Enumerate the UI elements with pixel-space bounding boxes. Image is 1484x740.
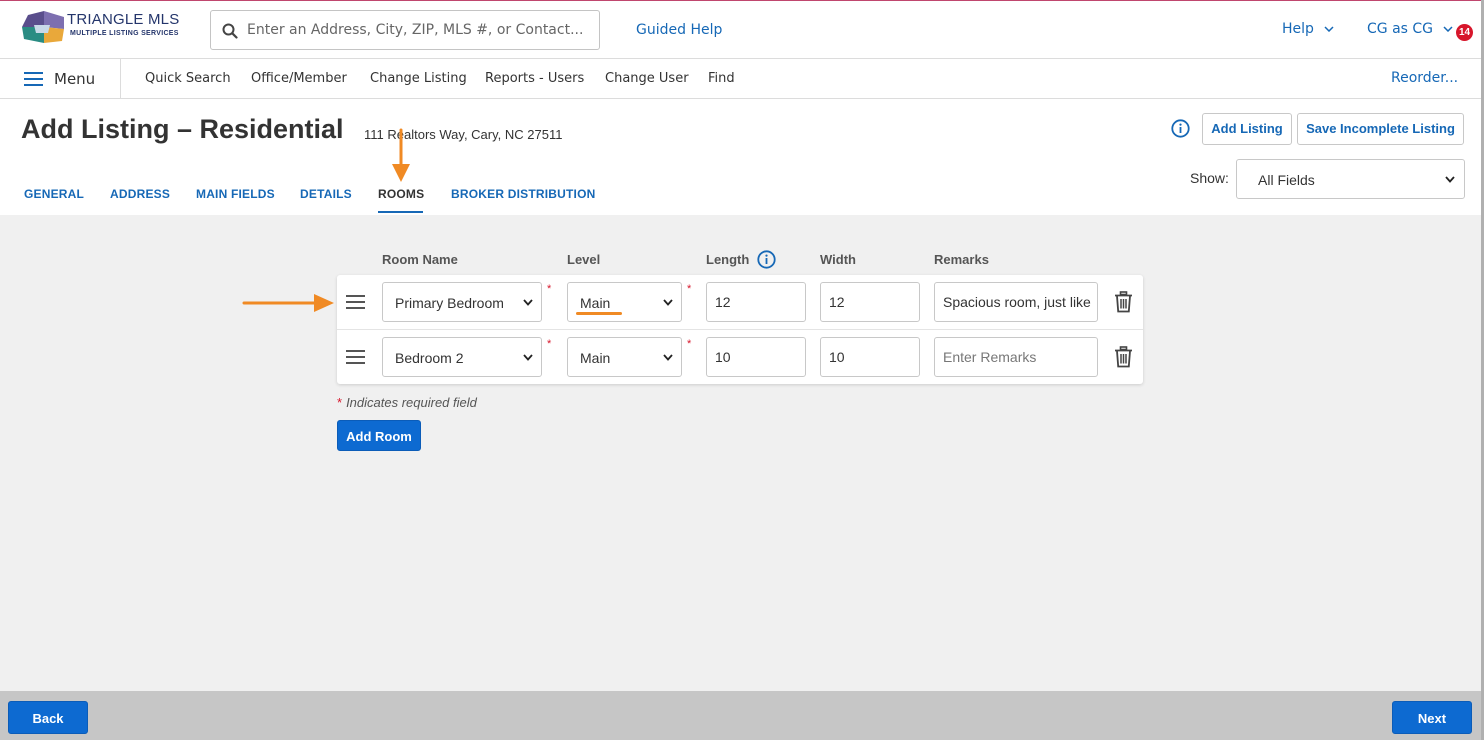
footer-bar [0, 691, 1484, 740]
nav-link-reports-users[interactable]: Reports - Users [485, 71, 584, 86]
required-indicator: * [337, 395, 343, 410]
width-input-field[interactable] [821, 283, 919, 321]
search-icon [222, 23, 238, 39]
nav-link-office-member[interactable]: Office/Member [251, 71, 347, 86]
column-header-level: Level [567, 252, 601, 267]
nav-link-change-listing[interactable]: Change Listing [370, 71, 467, 86]
nav-link-quick-search[interactable]: Quick Search [145, 71, 231, 86]
back-button[interactable]: Back [8, 701, 88, 734]
tab-address[interactable]: ADDRESS [110, 187, 170, 201]
annotation-arrow-right-icon [242, 294, 334, 312]
nav-divider [120, 59, 121, 98]
column-header-remarks: Remarks [934, 252, 989, 267]
drag-handle-icon[interactable] [346, 350, 366, 364]
tab-general[interactable]: GENERAL [24, 187, 84, 201]
show-fields-select[interactable]: All Fields [1236, 159, 1465, 199]
annotation-arrow-down-icon [392, 128, 410, 182]
trash-icon[interactable] [1114, 291, 1133, 313]
nav-link-change-user[interactable]: Change User [605, 71, 689, 86]
required-indicator: * [547, 338, 552, 350]
logo-mark-icon [22, 11, 64, 43]
width-input[interactable] [820, 282, 920, 322]
user-menu-label: CG as CG [1367, 21, 1434, 37]
chevron-down-icon [1445, 176, 1455, 183]
level-select[interactable]: Main [567, 282, 682, 322]
add-room-button[interactable]: Add Room [337, 420, 421, 451]
required-indicator: * [687, 338, 692, 350]
width-input-field[interactable] [821, 338, 919, 376]
chevron-down-icon [523, 354, 533, 361]
chevron-down-icon [663, 299, 673, 306]
chevron-down-icon [523, 299, 533, 306]
tab-main-fields[interactable]: MAIN FIELDS [196, 187, 275, 201]
triangle-mls-logo[interactable]: TRIANGLE MLS MULTIPLE LISTING SERVICES [20, 10, 190, 46]
info-icon[interactable] [757, 250, 776, 269]
top-bar: TRIANGLE MLS MULTIPLE LISTING SERVICES G… [0, 0, 1484, 58]
level-value: Main [580, 295, 611, 311]
length-input-field[interactable] [707, 283, 805, 321]
required-indicator: * [547, 283, 552, 295]
main-nav-bar: Menu Quick Search Office/Member Change L… [0, 58, 1484, 99]
help-menu-label: Help [1282, 21, 1314, 37]
room-name-value: Primary Bedroom [395, 295, 504, 311]
column-header-width: Width [820, 252, 856, 267]
room-name-value: Bedroom 2 [395, 350, 464, 366]
annotation-underline [576, 312, 622, 315]
remarks-input-field[interactable] [935, 338, 1097, 376]
required-indicator: * [687, 283, 692, 295]
page-title: Add Listing – Residential [21, 114, 344, 144]
help-menu[interactable]: Help [1282, 21, 1334, 37]
notification-badge[interactable]: 14 [1456, 24, 1473, 41]
width-input[interactable] [820, 337, 920, 377]
remarks-input[interactable] [934, 337, 1098, 377]
next-button[interactable]: Next [1392, 701, 1472, 734]
save-incomplete-listing-button[interactable]: Save Incomplete Listing [1297, 113, 1464, 145]
menu-button-label: Menu [54, 70, 96, 88]
chevron-down-icon [1324, 26, 1334, 32]
brand-tagline: MULTIPLE LISTING SERVICES [70, 30, 179, 37]
global-search-input[interactable] [247, 11, 592, 49]
remarks-input[interactable] [934, 282, 1098, 322]
row-divider [337, 329, 1143, 330]
tab-rooms[interactable]: ROOMS [378, 187, 424, 201]
column-header-length: Length [706, 252, 750, 267]
room-name-select[interactable]: Bedroom 2 [382, 337, 542, 377]
guided-help-link[interactable]: Guided Help [636, 22, 722, 38]
level-value: Main [580, 350, 611, 366]
info-icon[interactable] [1171, 119, 1190, 138]
drag-handle-icon[interactable] [346, 295, 366, 309]
add-listing-button[interactable]: Add Listing [1202, 113, 1292, 145]
required-note-text: Indicates required field [346, 395, 477, 410]
tab-broker-distribution[interactable]: BROKER DISTRIBUTION [451, 187, 595, 201]
nav-link-find[interactable]: Find [708, 71, 735, 86]
length-input[interactable] [706, 337, 806, 377]
length-input[interactable] [706, 282, 806, 322]
column-header-room-name: Room Name [382, 252, 458, 267]
active-tab-indicator [378, 211, 423, 213]
required-field-note: * Indicates required field [337, 395, 477, 410]
show-filter-label: Show: [1190, 170, 1229, 186]
show-fields-value: All Fields [1258, 172, 1315, 188]
length-input-field[interactable] [707, 338, 805, 376]
hamburger-menu-icon [24, 72, 43, 86]
brand-name: TRIANGLE MLS [67, 11, 180, 28]
remarks-input-field[interactable] [935, 283, 1097, 321]
chevron-down-icon [1443, 26, 1454, 32]
chevron-down-icon [663, 354, 673, 361]
level-select[interactable]: Main [567, 337, 682, 377]
reorder-link[interactable]: Reorder... [1391, 70, 1458, 86]
user-menu[interactable]: CG as CG [1367, 21, 1454, 37]
global-search-box[interactable] [210, 10, 600, 50]
tab-details[interactable]: DETAILS [300, 187, 352, 201]
trash-icon[interactable] [1114, 346, 1133, 368]
room-name-select[interactable]: Primary Bedroom [382, 282, 542, 322]
